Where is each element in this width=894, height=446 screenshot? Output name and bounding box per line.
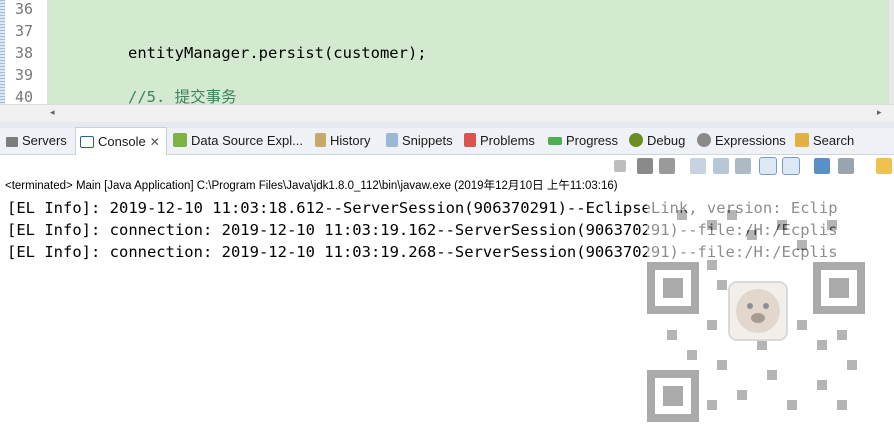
history-icon bbox=[315, 133, 326, 147]
show-on-stderr-icon[interactable] bbox=[782, 157, 800, 175]
progress-icon bbox=[548, 137, 562, 145]
tab-problems[interactable]: Problems bbox=[464, 128, 535, 154]
tab-servers[interactable]: Servers bbox=[6, 128, 67, 154]
code-text-area[interactable]: entityManager.persist(customer); //5. 提交… bbox=[47, 0, 889, 104]
tab-search[interactable]: Search bbox=[795, 128, 854, 154]
display-selected-console-icon[interactable] bbox=[838, 158, 854, 174]
data-source-icon bbox=[173, 133, 187, 147]
editor-horizontal-scrollbar[interactable]: ◂ ▸ bbox=[0, 104, 894, 122]
tab-label: Servers bbox=[22, 133, 67, 148]
tab-label: Console bbox=[98, 134, 146, 149]
code-comment-line: //5. 提交事务 bbox=[128, 88, 237, 104]
line-number: 36 bbox=[15, 0, 34, 18]
tab-console[interactable]: Console ✕ bbox=[75, 127, 167, 156]
pin-console-icon[interactable] bbox=[814, 158, 830, 174]
tab-snippets[interactable]: Snippets bbox=[386, 128, 453, 154]
close-icon[interactable]: ✕ bbox=[150, 135, 160, 149]
tab-label: Problems bbox=[480, 133, 535, 148]
remove-launch-icon[interactable] bbox=[637, 158, 653, 174]
scroll-lock-icon[interactable] bbox=[713, 158, 729, 174]
tab-label: Progress bbox=[566, 133, 619, 148]
view-tab-bar: Servers Console ✕ Data Source Expl... His… bbox=[0, 127, 894, 156]
scroll-right-icon[interactable]: ▸ bbox=[877, 108, 882, 118]
tab-label: Snippets bbox=[402, 133, 453, 148]
scroll-left-icon[interactable]: ◂ bbox=[50, 108, 55, 118]
snippets-icon bbox=[386, 133, 398, 147]
line-number: 37 bbox=[15, 22, 34, 40]
tab-label: Expressions bbox=[715, 133, 786, 148]
tab-debug[interactable]: Debug bbox=[629, 128, 685, 154]
show-on-stdout-icon[interactable] bbox=[759, 157, 777, 175]
servers-icon bbox=[6, 137, 18, 147]
line-number-gutter: 36 37 38 39 40 bbox=[5, 0, 47, 106]
console-toolbar bbox=[0, 155, 894, 177]
code-editor[interactable]: 36 37 38 39 40 entityManager.persist(cus… bbox=[0, 0, 894, 122]
word-wrap-icon[interactable] bbox=[735, 158, 751, 174]
code-line: entityManager.persist(customer); bbox=[128, 44, 427, 62]
tab-expressions[interactable]: Expressions bbox=[697, 128, 786, 154]
qr-code-watermark bbox=[647, 200, 867, 424]
tab-label: Debug bbox=[647, 133, 686, 148]
tab-progress[interactable]: Progress bbox=[548, 128, 618, 154]
console-icon bbox=[80, 136, 94, 148]
line-number: 38 bbox=[15, 44, 34, 62]
console-status-line: <terminated> Main [Java Application] C:\… bbox=[5, 180, 618, 192]
tab-data-source-explorer[interactable]: Data Source Expl... bbox=[173, 128, 303, 154]
search-icon bbox=[795, 133, 809, 147]
clear-console-icon[interactable] bbox=[690, 158, 706, 174]
tab-label: Data Source Expl... bbox=[191, 133, 303, 148]
remove-all-terminated-icon[interactable] bbox=[659, 158, 675, 174]
terminate-icon[interactable] bbox=[614, 160, 626, 172]
expressions-icon bbox=[697, 133, 711, 147]
editor-vertical-scrollbar[interactable] bbox=[889, 0, 894, 104]
tab-label: Search bbox=[813, 133, 855, 148]
line-number: 39 bbox=[15, 66, 34, 84]
tab-label: History bbox=[330, 133, 371, 148]
tab-history[interactable]: History bbox=[315, 128, 370, 154]
problems-icon bbox=[464, 133, 476, 147]
debug-icon bbox=[629, 133, 643, 147]
open-console-icon[interactable] bbox=[876, 158, 892, 174]
